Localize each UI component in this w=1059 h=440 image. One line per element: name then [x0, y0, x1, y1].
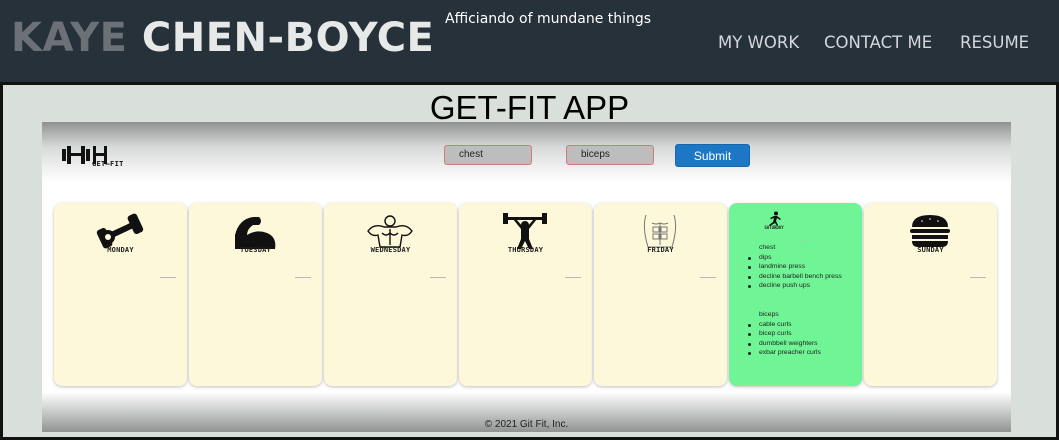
day-label: MONDAY [107, 246, 134, 254]
day-label: FRIDAY [647, 246, 674, 254]
exercise-item: dumbbell weighters [745, 339, 855, 349]
main-nav: MY WORK CONTACT ME RESUME [0, 33, 1059, 55]
day-label: SATURDAY [764, 225, 784, 230]
day-card-wednesday[interactable]: WEDNESDAY [324, 203, 457, 386]
site-header: KAYE CHEN-BOYCE Afficiando of mundane th… [0, 0, 1059, 82]
exercise-item: bicep curls [745, 329, 855, 339]
day-label: THURSDAY [507, 246, 544, 254]
flexed-arm-icon [235, 217, 276, 249]
exercise-group-chest: chest dips landmine press decline barbel… [745, 243, 855, 291]
exercise-group-title: biceps [759, 311, 779, 318]
nav-resume[interactable]: RESUME [960, 33, 1029, 52]
divider [160, 277, 176, 278]
muscle-torso-icon [367, 215, 413, 248]
weightlifter-icon [503, 213, 547, 249]
exercise-group-biceps: biceps cable curls bicep curls dumbbell … [745, 310, 855, 358]
muscle-input-1[interactable]: chest [444, 145, 532, 165]
exercise-item: dips [745, 253, 855, 263]
exercise-item: exbar preacher curls [745, 348, 855, 358]
muscle-input-2[interactable]: biceps [566, 145, 654, 165]
app-footer: © 2021 Git Fit, Inc. [484, 419, 569, 430]
dumbbell-icon [96, 213, 144, 249]
divider [970, 277, 986, 278]
submit-button[interactable]: Submit [675, 144, 750, 167]
exercise-item: landmine press [745, 262, 855, 272]
day-label: WEDNESDAY [370, 246, 411, 254]
divider [295, 277, 311, 278]
divider [700, 277, 716, 278]
exercise-item: decline barbell bench press [745, 272, 855, 282]
nav-my-work[interactable]: MY WORK [718, 33, 799, 52]
day-card-tuesday[interactable]: TUESDAY [189, 203, 322, 386]
divider [801, 241, 809, 242]
burger-icon [910, 215, 950, 247]
project-section: GET-FIT APP GET—FIT chest biceps Submit [0, 82, 1059, 440]
exercise-item: decline push ups [745, 281, 855, 291]
project-screenshot[interactable]: GET—FIT chest biceps Submit MONDAY TUESD… [42, 122, 1011, 432]
exercise-item: cable curls [745, 320, 855, 330]
day-cards: MONDAY TUESDAY WEDNESDAY THURSDAY FRIDAY… [54, 203, 999, 386]
nav-contact-me[interactable]: CONTACT ME [824, 33, 932, 52]
divider [430, 277, 446, 278]
day-label: SUNDAY [917, 246, 944, 254]
day-card-saturday[interactable]: SATURDAY chest dips landmine press decli… [729, 203, 862, 386]
day-card-thursday[interactable]: THURSDAY [459, 203, 592, 386]
day-card-monday[interactable]: MONDAY [54, 203, 187, 386]
abs-torso-icon [643, 214, 677, 248]
logo-text: GET—FIT [92, 160, 124, 168]
exercise-group-title: chest [759, 244, 776, 251]
tagline: Afficiando of mundane things [445, 11, 652, 27]
day-card-friday[interactable]: FRIDAY [594, 203, 727, 386]
day-card-sunday[interactable]: SUNDAY [864, 203, 997, 386]
day-label: TUESDAY [240, 246, 271, 254]
divider [565, 277, 581, 278]
